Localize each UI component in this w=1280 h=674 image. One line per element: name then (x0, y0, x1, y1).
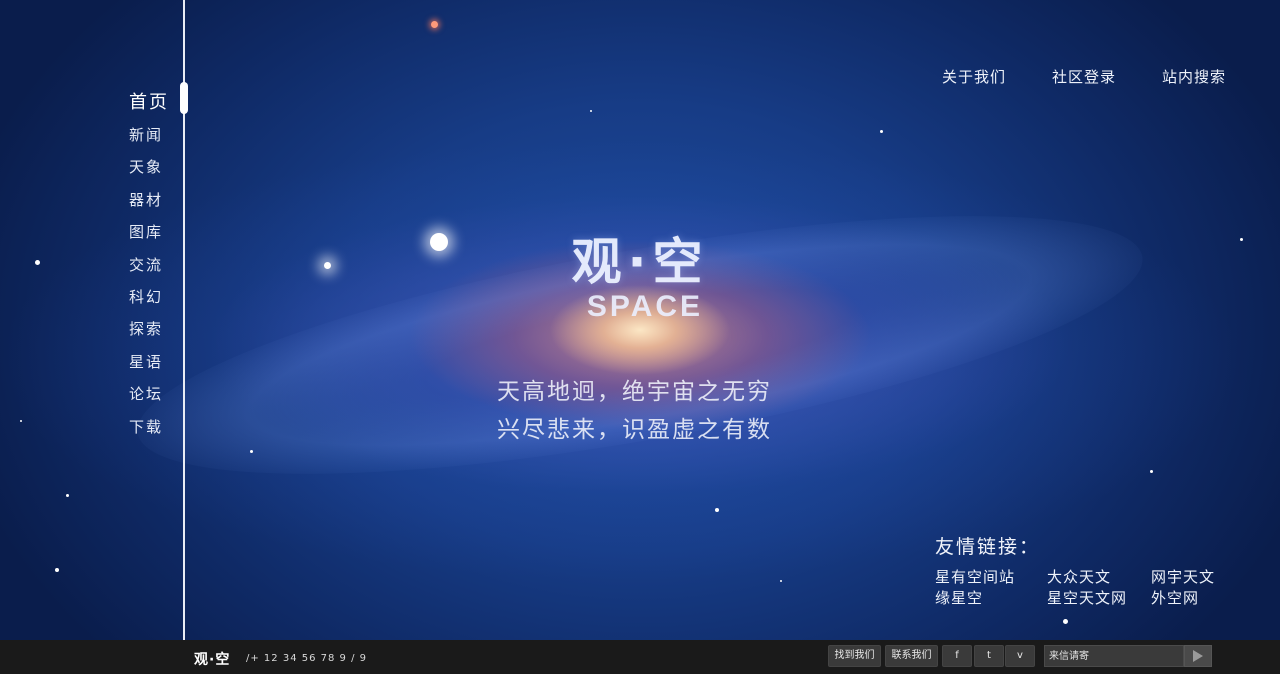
send-button[interactable] (1184, 645, 1212, 667)
nav-item-equipment[interactable]: 器材 (129, 184, 169, 216)
star (1150, 470, 1153, 473)
hero-title-cn: 观·空 (571, 233, 709, 291)
star (55, 568, 59, 572)
footer-brand: 观·空 (194, 652, 231, 668)
top-links: 关于我们 社区登录 站内搜索 (942, 66, 1226, 87)
red-star (431, 21, 438, 28)
about-us-link[interactable]: 关于我们 (942, 66, 1006, 87)
nav-item-forum[interactable]: 论坛 (129, 378, 169, 410)
nav-item-starwords[interactable]: 星语 (129, 346, 169, 378)
hero-verse-line-1: 天高地迥，绝宇宙之无穷 (497, 379, 772, 405)
star (66, 494, 69, 497)
hero-title-en: SPACE (586, 290, 704, 323)
rail-active-marker (180, 82, 188, 114)
friend-link[interactable]: 大众天文 (1047, 567, 1151, 587)
star (20, 420, 22, 422)
friend-link[interactable]: 外空网 (1151, 588, 1231, 608)
friend-links-title: 友情链接： (935, 536, 1041, 558)
twitter-button[interactable]: t (974, 645, 1004, 667)
star (880, 130, 883, 133)
nav-item-celestial[interactable]: 天象 (129, 151, 169, 183)
vimeo-button[interactable]: v (1005, 645, 1035, 667)
find-us-button[interactable]: 找到我们 (828, 645, 881, 667)
hero-verse-line-2: 兴尽悲来，识盈虚之有数 (497, 417, 772, 443)
star (1063, 619, 1068, 624)
friend-links-grid: 星有空间站 大众天文 网宇天文 缘星空 星空天文网 外空网 (935, 567, 1231, 608)
play-arrow-icon (1193, 650, 1203, 662)
contact-us-button[interactable]: 联系我们 (885, 645, 938, 667)
nav-item-download[interactable]: 下载 (129, 411, 169, 443)
friend-link[interactable]: 缘星空 (935, 588, 1047, 608)
site-search-link[interactable]: 站内搜索 (1162, 66, 1226, 87)
footer-bar: 观·空 /+ 12 34 56 78 9 / 9 找到我们 联系我们 f t v (0, 640, 1280, 674)
star (590, 110, 592, 112)
community-login-link[interactable]: 社区登录 (1052, 66, 1116, 87)
footer-phone: /+ 12 34 56 78 9 / 9 (246, 653, 367, 664)
friend-link[interactable]: 网宇天文 (1151, 567, 1231, 587)
star (250, 450, 253, 453)
mail-input[interactable] (1044, 645, 1184, 667)
nav-item-news[interactable]: 新闻 (129, 119, 169, 151)
nav-item-home[interactable]: 首页 (129, 90, 169, 116)
friend-link[interactable]: 星空天文网 (1047, 588, 1151, 608)
friend-links: 友情链接： 星有空间站 大众天文 网宇天文 缘星空 星空天文网 外空网 (935, 532, 1231, 608)
star (780, 580, 782, 582)
star (715, 508, 719, 512)
facebook-button[interactable]: f (942, 645, 972, 667)
friend-link[interactable]: 星有空间站 (935, 567, 1047, 587)
